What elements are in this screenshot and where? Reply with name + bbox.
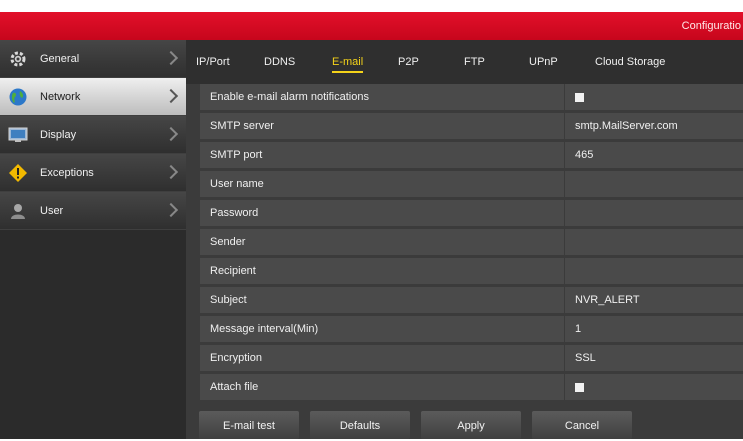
tab-ftp[interactable]: FTP [464,40,485,84]
sidebar-item-label: General [40,53,80,65]
tab-p2p[interactable]: P2P [398,40,419,84]
field-value: 1 [575,323,582,335]
field-label: Password [210,207,259,219]
message-interval-field[interactable]: 1 [564,316,743,342]
chevron-right-icon [163,50,179,66]
tab-cloud-storage[interactable]: Cloud Storage [595,40,665,84]
enable-email-alarm-checkbox[interactable] [575,93,584,102]
active-tab-underline [332,71,364,73]
sidebar-item-label: Exceptions [40,167,94,179]
title-bar: Configuratio [0,12,743,40]
field-value: 465 [575,149,594,161]
sidebar-item-label: Network [40,91,81,103]
smtp-server-field[interactable]: smtp.MailServer.com [564,113,743,139]
row-sender: Sender [200,229,743,255]
tab-ip-port[interactable]: IP/Port [196,40,230,84]
row-user-name: User name [200,171,743,197]
field-label: SMTP server [210,120,274,132]
tab-ddns[interactable]: DDNS [264,40,295,84]
field-value: smtp.MailServer.com [575,120,678,132]
sidebar-item-label: User [40,205,64,217]
smtp-port-field[interactable]: 465 [564,142,743,168]
sidebar-item-user[interactable]: User [0,192,186,230]
encryption-select[interactable]: SSL [564,345,743,371]
tab-email[interactable]: E-mail [332,40,364,84]
password-field[interactable] [564,200,743,226]
chevron-right-icon [163,164,179,180]
row-smtp-port: SMTP port 465 [200,142,743,168]
field-label: Subject [210,294,247,306]
sidebar: General Network Display Exceptions User [0,40,186,439]
chevron-right-icon [163,202,179,218]
subject-field[interactable]: NVR_ALERT [564,287,743,313]
row-smtp-server: SMTP server smtp.MailServer.com [200,113,743,139]
apply-button[interactable]: Apply [421,411,521,439]
row-recipient: Recipient [200,258,743,284]
enable-email-alarm-field [564,84,743,110]
row-attach-file: Attach file [200,374,743,400]
sidebar-item-label: Display [40,129,77,141]
gear-icon [8,49,28,69]
user-name-field[interactable] [564,171,743,197]
tab-upnp[interactable]: UPnP [529,40,558,84]
row-encryption: Encryption SSL [200,345,743,371]
monitor-icon [8,125,28,145]
field-label: SMTP port [210,149,263,161]
row-enable-email-alarm: Enable e-mail alarm notifications [200,84,743,110]
globe-icon [8,87,28,107]
attach-file-checkbox[interactable] [575,383,584,392]
row-message-interval: Message interval(Min) 1 [200,316,743,342]
user-icon [8,201,28,221]
recipient-field[interactable] [564,258,743,284]
tab-bar: IP/Port DDNS E-mail P2P FTP UPnP Cloud S… [186,40,743,84]
cancel-button[interactable]: Cancel [532,411,632,439]
field-label: User name [210,178,264,190]
row-password: Password [200,200,743,226]
email-test-button[interactable]: E-mail test [199,411,299,439]
defaults-button[interactable]: Defaults [310,411,410,439]
sidebar-item-general[interactable]: General [0,40,186,78]
attach-file-field [564,374,743,400]
sidebar-item-exceptions[interactable]: Exceptions [0,154,186,192]
chevron-right-icon [163,126,179,142]
field-label: Encryption [210,352,262,364]
field-label: Message interval(Min) [210,323,319,335]
chevron-right-icon [163,88,179,104]
sender-field[interactable] [564,229,743,255]
page-title: Configuratio [681,20,741,32]
field-value: NVR_ALERT [575,294,640,306]
field-value: SSL [575,352,596,364]
sidebar-item-display[interactable]: Display [0,116,186,154]
field-label: Enable e-mail alarm notifications [210,91,369,103]
config-window: Configuratio General Network Display Exc… [0,0,743,439]
warning-icon [8,163,28,183]
field-label: Sender [210,236,246,248]
field-label: Attach file [210,381,259,393]
field-label: Recipient [210,265,256,277]
sidebar-item-network[interactable]: Network [0,78,186,116]
row-subject: Subject NVR_ALERT [200,287,743,313]
